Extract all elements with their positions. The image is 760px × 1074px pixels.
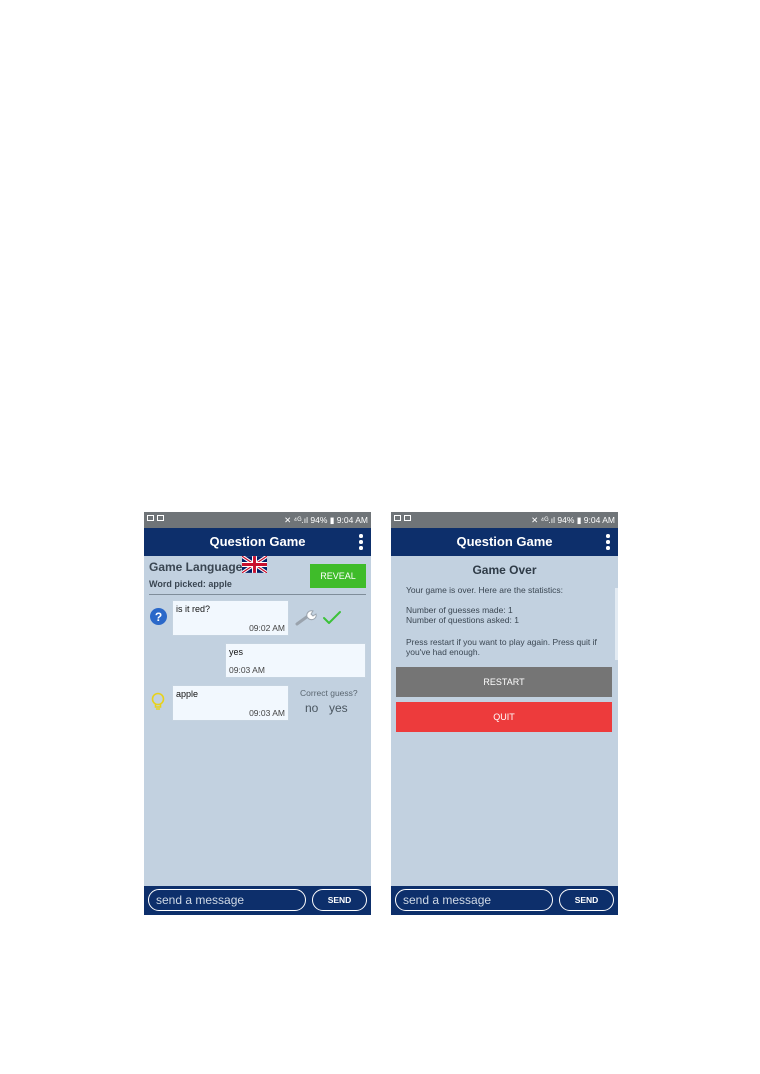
answer-message-bubble: yes 09:03 AM (225, 643, 366, 678)
status-bar: ✕ ⁴ᴳ.ıl 94% ▮ 9:04 AM (144, 512, 371, 528)
question-message-bubble: is it red? 09:02 AM (172, 600, 289, 636)
guess-message-bubble: apple 09:03 AM (172, 685, 289, 721)
guesses-count: Number of guesses made: 1 (406, 605, 513, 615)
guess-no-button[interactable]: no (305, 701, 318, 715)
battery-time: 94% ▮ 9:04 AM (310, 515, 368, 525)
word-picked-label: Word picked: apple (149, 579, 232, 589)
game-over-text: Your game is over. Here are the statisti… (406, 585, 564, 595)
guess-yes-button[interactable]: yes (329, 701, 348, 715)
image-notification-icon (394, 515, 401, 521)
status-right: ✕ ⁴ᴳ.ıl 94% ▮ 9:04 AM (531, 515, 615, 526)
screenshot-notification-icon (404, 515, 411, 521)
lightbulb-icon (151, 692, 165, 710)
image-notification-icon (147, 515, 154, 521)
game-over-heading: Game Over (472, 563, 537, 577)
status-right: ✕ ⁴ᴳ.ıl 94% ▮ 9:04 AM (284, 515, 368, 526)
check-icon[interactable] (322, 610, 342, 626)
app-title: Question Game (209, 534, 306, 549)
app-bar: Question Game (144, 528, 371, 556)
phone-screen-game-over: ✕ ⁴ᴳ.ıl 94% ▮ 9:04 AM Question Game Game… (391, 512, 618, 915)
battery-time: 94% ▮ 9:04 AM (557, 515, 615, 525)
notification-icons (394, 515, 411, 521)
correct-guess-label: Correct guess? (300, 688, 358, 698)
wrench-icon[interactable] (294, 609, 318, 627)
notification-icons (147, 515, 164, 521)
phone-screen-game: ✕ ⁴ᴳ.ıl 94% ▮ 9:04 AM Question Game Game… (144, 512, 371, 915)
restart-note: Press restart if you want to play again.… (406, 637, 597, 657)
more-vert-icon[interactable] (606, 534, 610, 550)
signal-icons: ✕ ⁴ᴳ.ıl (531, 515, 558, 525)
app-title: Question Game (456, 534, 553, 549)
questions-count: Number of questions asked: 1 (406, 615, 519, 625)
signal-icons: ✕ ⁴ᴳ.ıl (284, 515, 311, 525)
send-button[interactable]: SEND (559, 889, 614, 911)
message-text: apple (176, 689, 199, 699)
question-icon: ? (150, 608, 167, 625)
message-bar: SEND (144, 886, 371, 915)
reveal-button[interactable]: REVEAL (310, 564, 366, 588)
message-time: 09:03 AM (229, 665, 265, 675)
send-button[interactable]: SEND (312, 889, 367, 911)
status-bar: ✕ ⁴ᴳ.ıl 94% ▮ 9:04 AM (391, 512, 618, 528)
divider (149, 594, 366, 595)
message-time: 09:03 AM (249, 708, 285, 718)
message-bar: SEND (391, 886, 618, 915)
dialog-edge (615, 588, 618, 660)
screenshot-notification-icon (157, 515, 164, 521)
app-bar: Question Game (391, 528, 618, 556)
game-language-label: Game Language: (149, 560, 247, 574)
restart-button[interactable]: RESTART (396, 667, 612, 697)
message-input[interactable] (148, 889, 306, 911)
more-vert-icon[interactable] (359, 534, 363, 550)
uk-flag-icon[interactable] (242, 556, 267, 573)
message-input[interactable] (395, 889, 553, 911)
message-time: 09:02 AM (249, 623, 285, 633)
message-text: is it red? (176, 604, 211, 614)
quit-button[interactable]: QUIT (396, 702, 612, 732)
message-text: yes (229, 647, 244, 657)
